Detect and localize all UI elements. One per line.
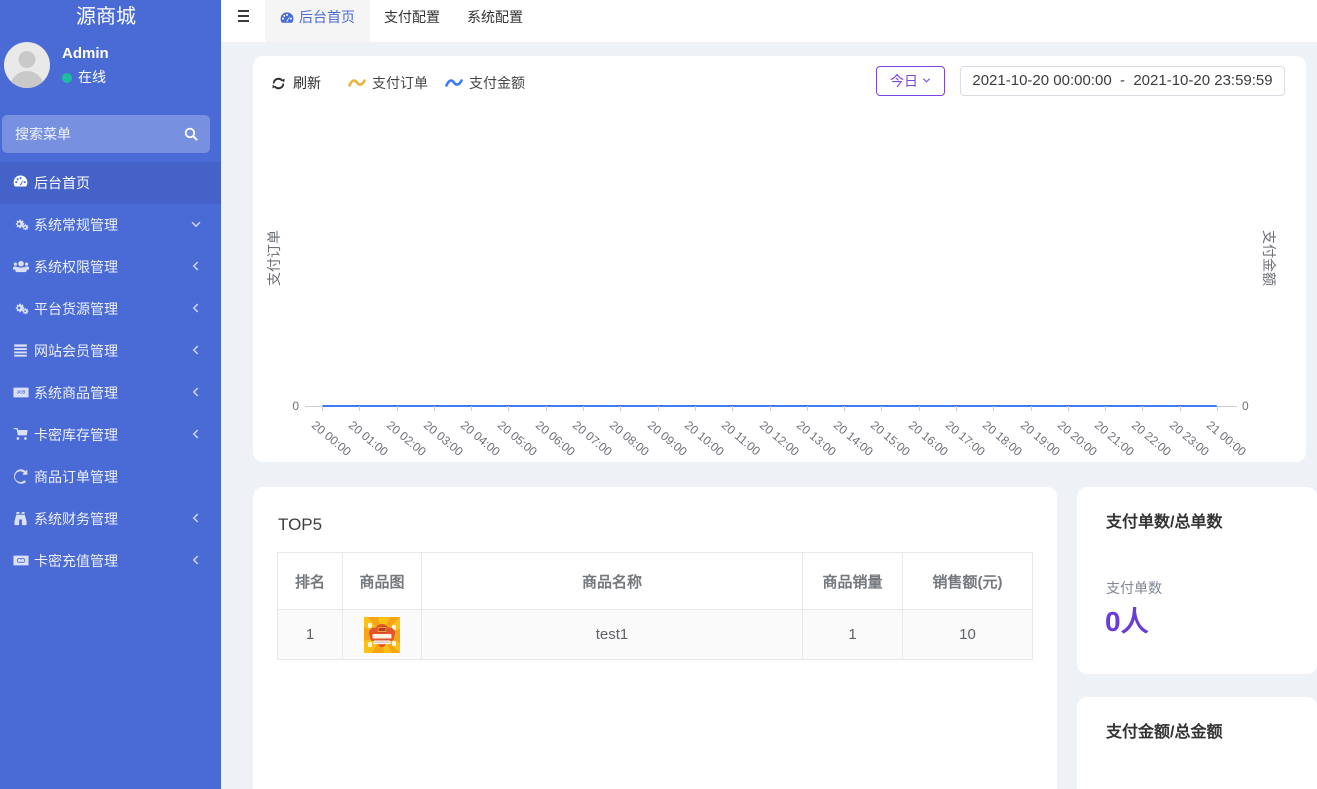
svg-text:JCB: JCB bbox=[17, 390, 26, 395]
